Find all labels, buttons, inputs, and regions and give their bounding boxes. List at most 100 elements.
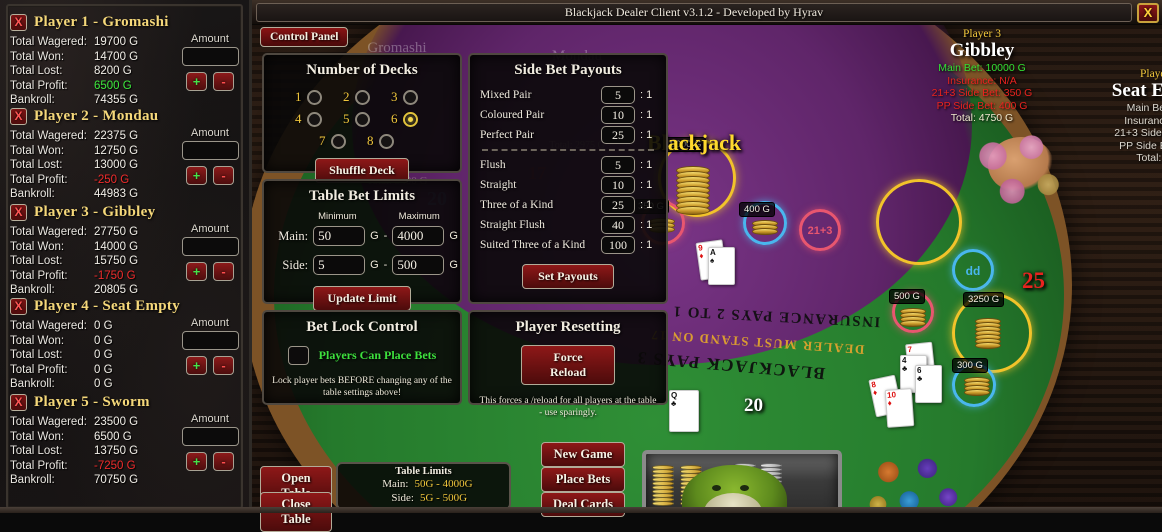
amount-minus-button[interactable]: - <box>213 262 234 281</box>
control-panel-tab[interactable]: Control Panel <box>260 27 349 47</box>
stat-value: 0 G <box>94 320 113 332</box>
amount-input[interactable] <box>181 427 239 446</box>
stat-value: 74355 G <box>94 94 139 107</box>
table-limits-side-label: Side: <box>391 492 414 504</box>
payout-name: Straight Flush <box>480 219 545 231</box>
amount-input[interactable] <box>181 141 239 160</box>
side-min-input[interactable] <box>313 255 366 275</box>
badge-insurance: Insurance: N/A <box>947 74 1017 87</box>
deck-radio-2[interactable] <box>354 89 370 105</box>
deck-radio-6[interactable] <box>402 111 418 127</box>
deck-option-4[interactable]: 4 <box>295 111 333 127</box>
table-player-badge: Player 4Seat EmptyMain Bet: N/AInsurance… <box>1084 68 1162 165</box>
stat-label: Total Lost: <box>10 65 63 78</box>
window-frame-bottom <box>0 507 1162 513</box>
payout-name: Perfect Pair <box>480 129 534 141</box>
players-can-place-bets-checkbox[interactable] <box>287 346 309 365</box>
stat-label: Total Won: <box>10 240 65 253</box>
stat-label: Bankroll: <box>10 284 55 297</box>
chip <box>676 206 710 215</box>
deck-radio-3[interactable] <box>402 89 418 105</box>
new-game-button[interactable]: New Game <box>541 442 625 467</box>
update-limit-button[interactable]: Update Limit <box>313 286 411 311</box>
amount-minus-button[interactable]: - <box>213 166 234 185</box>
player-title: Player 5 - Sworm <box>34 394 150 410</box>
deck-option-3[interactable]: 3 <box>391 89 429 105</box>
deck-option-5[interactable]: 5 <box>343 111 381 127</box>
amount-minus-button[interactable]: - <box>213 356 234 375</box>
amount-label: Amount <box>191 127 229 139</box>
payouts-group-pairs: Mixed Pair: 1Coloured Pair: 1Perfect Pai… <box>470 85 666 145</box>
badge-pp-side-bet: PP Side Bet: N/A <box>1119 139 1162 152</box>
marker-213-label: 21+3 <box>807 225 833 237</box>
payout-input[interactable] <box>601 156 635 174</box>
player-stat-rows: Total Wagered: 27750 G Total Won: 14000 G To… <box>10 223 244 298</box>
amount-plus-button[interactable]: + <box>186 452 207 471</box>
bet-circle-213-marker[interactable]: 21+3 <box>799 209 841 251</box>
amount-minus-button[interactable]: - <box>213 452 234 471</box>
deck-option-8[interactable]: 8 <box>367 133 405 149</box>
payout-input[interactable] <box>601 236 635 254</box>
amount-input[interactable] <box>181 237 239 256</box>
bet-circle-main-p4[interactable] <box>876 179 962 265</box>
payout-row-213: Flush: 1 <box>480 155 656 175</box>
deck-option-6[interactable]: 6 <box>391 111 429 127</box>
deck-radio-5[interactable] <box>354 111 370 127</box>
payout-input[interactable] <box>601 196 635 214</box>
payout-ratio: : 1 <box>640 239 653 251</box>
deck-option-2[interactable]: 2 <box>343 89 381 105</box>
side-max-input[interactable] <box>392 255 445 275</box>
amount-plus-button[interactable]: + <box>186 356 207 375</box>
amount-input[interactable] <box>181 331 239 350</box>
payout-name: Three of a Kind <box>480 199 554 211</box>
bet-circle-dd-marker[interactable]: dd <box>952 249 994 291</box>
chip-amount-label: 3250 G <box>963 292 1005 307</box>
badge-player-name: Gibbley <box>949 40 1015 61</box>
main-max-input[interactable] <box>392 226 445 246</box>
remove-player-icon[interactable]: X <box>10 204 27 221</box>
stat-label: Bankroll: <box>10 378 55 391</box>
payout-input[interactable] <box>601 126 635 144</box>
minimum-header: Minimum <box>318 211 357 222</box>
amount-plus-button[interactable]: + <box>186 262 207 281</box>
stat-label: Total Lost: <box>10 159 63 172</box>
deck-option-1[interactable]: 1 <box>295 89 333 105</box>
stat-row-bankroll: Bankroll: 74355 G <box>10 93 242 108</box>
stat-value: 23500 G <box>94 416 139 428</box>
badge-pp-side-bet: PP Side Bet: 400 G <box>936 99 1028 112</box>
table-limits-side-row: Side: 5G - 500G <box>338 491 509 505</box>
bet-lock-note: Lock player bets BEFORE changing any of … <box>272 376 452 398</box>
remove-player-icon[interactable]: X <box>10 394 27 411</box>
stat-label: Total Wagered: <box>10 416 87 428</box>
close-icon[interactable]: X <box>1137 3 1159 23</box>
deck-number-label: 8 <box>367 133 374 148</box>
deck-radio-1[interactable] <box>306 89 322 105</box>
player-title: Player 1 - Gromashi <box>34 14 169 30</box>
deck-radio-4[interactable] <box>306 111 322 127</box>
amount-plus-button[interactable]: + <box>186 166 207 185</box>
deck-number-label: 2 <box>343 89 350 104</box>
amount-minus-button[interactable]: - <box>213 72 234 91</box>
stat-label: Total Lost: <box>10 445 63 458</box>
amount-stepper: + - <box>176 262 244 281</box>
payout-input[interactable] <box>601 106 635 124</box>
remove-player-icon[interactable]: X <box>10 298 27 315</box>
remove-player-icon[interactable]: X <box>10 108 27 125</box>
remove-player-icon[interactable]: X <box>10 14 27 31</box>
payout-input[interactable] <box>601 216 635 234</box>
set-payouts-button[interactable]: Set Payouts <box>522 264 614 289</box>
place-bets-button[interactable]: Place Bets <box>541 467 625 492</box>
deck-radio-8[interactable] <box>378 133 394 149</box>
amount-input[interactable] <box>181 47 239 66</box>
stat-value: 8200 G <box>94 65 132 78</box>
stat-value-profit: 0 G <box>94 363 113 376</box>
card-p3-2: A ♠ <box>708 247 735 285</box>
payout-input[interactable] <box>601 176 635 194</box>
deck-option-7[interactable]: 7 <box>319 133 357 149</box>
amount-plus-button[interactable]: + <box>186 72 207 91</box>
deal-cards-button[interactable]: Deal Cards <box>541 492 625 517</box>
force-reload-button[interactable]: Force Reload <box>521 345 615 385</box>
payout-input[interactable] <box>601 86 635 104</box>
deck-radio-7[interactable] <box>330 133 346 149</box>
main-min-input[interactable] <box>313 226 366 246</box>
